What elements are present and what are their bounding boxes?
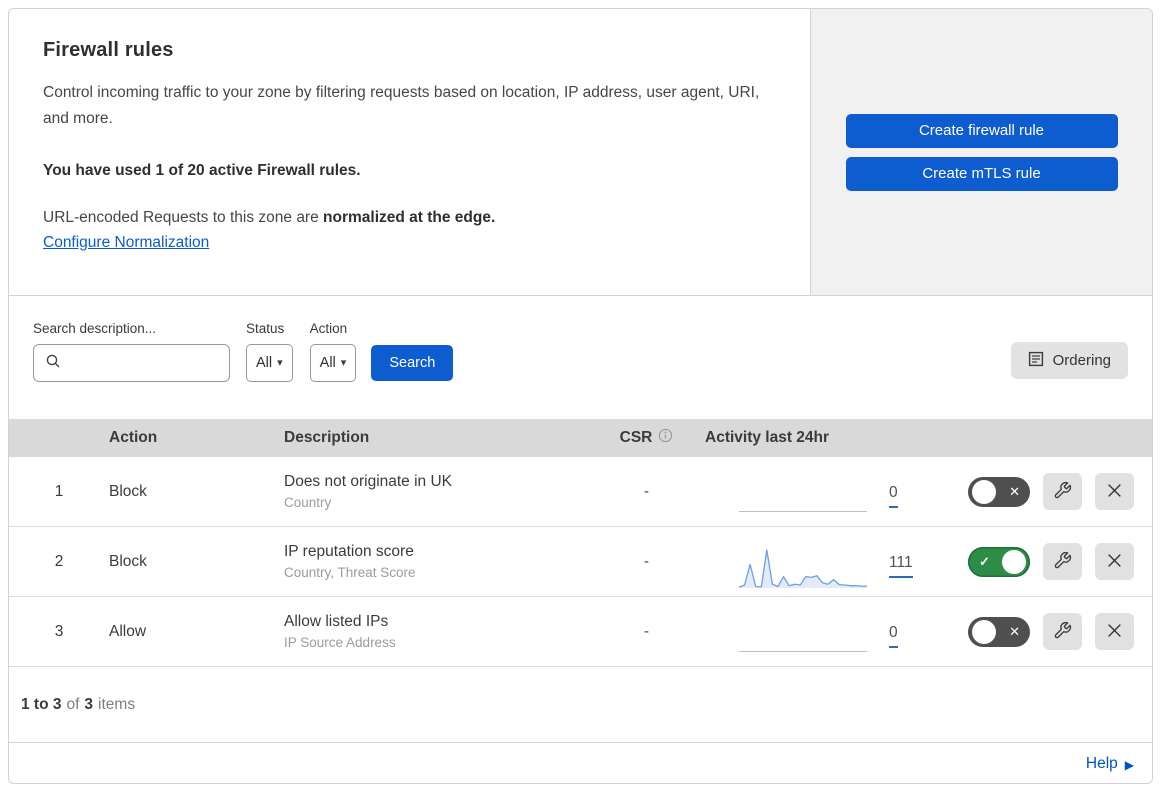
rule-description: IP reputation score bbox=[284, 543, 414, 560]
delete-rule-button[interactable] bbox=[1095, 473, 1134, 510]
zero-activity-line bbox=[739, 650, 867, 652]
table-row: 1 Block Does not originate in UK Country… bbox=[9, 457, 1152, 527]
chevron-down-icon: ▾ bbox=[277, 356, 283, 369]
activity-count-link[interactable]: 111 bbox=[889, 555, 913, 578]
edit-rule-button[interactable] bbox=[1043, 613, 1082, 650]
actions-panel: Create firewall rule Create mTLS rule bbox=[810, 9, 1152, 295]
rule-fields: Country, Threat Score bbox=[284, 565, 416, 580]
zero-activity-line bbox=[739, 510, 867, 512]
search-input[interactable] bbox=[67, 348, 248, 378]
header-text-block: Firewall rules Control incoming traffic … bbox=[9, 9, 810, 295]
action-select-value: All bbox=[319, 355, 336, 371]
rule-description: Does not originate in UK bbox=[284, 473, 453, 490]
activity-sparkline bbox=[739, 476, 867, 520]
search-button[interactable]: Search bbox=[371, 345, 454, 381]
page-title: Firewall rules bbox=[43, 39, 174, 61]
normalization-text: URL-encoded Requests to this zone are bbox=[43, 209, 319, 226]
rule-enabled-toggle[interactable]: ✓ ✕ bbox=[968, 476, 1030, 507]
rule-priority: 3 bbox=[54, 622, 64, 640]
chevron-down-icon: ▾ bbox=[340, 356, 347, 369]
wrench-icon bbox=[1053, 551, 1072, 573]
rule-fields: IP Source Address bbox=[284, 635, 396, 650]
search-button-group: Search bbox=[371, 321, 454, 381]
table-row: 3 Allow Allow listed IPs IP Source Addre… bbox=[9, 597, 1152, 667]
toggle-check-icon: ✓ bbox=[979, 553, 990, 569]
status-select[interactable]: All ▾ bbox=[246, 344, 293, 382]
help-link-label: Help bbox=[1085, 755, 1118, 772]
info-icon[interactable] bbox=[658, 428, 673, 448]
search-group: Search description... bbox=[33, 321, 248, 382]
toggle-knob bbox=[972, 619, 996, 644]
table-row: 2 Block IP reputation score Country, Thr… bbox=[9, 527, 1152, 597]
wrench-icon bbox=[1053, 621, 1072, 643]
column-action: Action bbox=[109, 429, 158, 446]
items-range: 1 to 3 bbox=[21, 695, 62, 713]
help-arrow-icon: ▶ bbox=[1124, 758, 1134, 772]
csr-value: - bbox=[643, 622, 650, 640]
wrench-icon bbox=[1053, 481, 1072, 503]
usage-summary: You have used 1 of 20 active Firewall ru… bbox=[43, 162, 361, 179]
status-select-value: All bbox=[256, 355, 273, 371]
rule-action: Block bbox=[109, 552, 147, 570]
column-description: Description bbox=[284, 429, 370, 446]
rule-priority: 2 bbox=[54, 552, 64, 570]
firewall-rules-card: Firewall rules Control incoming traffic … bbox=[8, 8, 1153, 784]
rule-fields: Country bbox=[284, 495, 332, 510]
help-bar: Help ▶ bbox=[9, 743, 1152, 783]
activity-sparkline bbox=[739, 616, 867, 660]
search-input-box[interactable] bbox=[33, 344, 248, 382]
activity-count-link[interactable]: 0 bbox=[889, 625, 898, 648]
rule-action: Block bbox=[109, 482, 147, 500]
action-group: Action All ▾ bbox=[309, 321, 357, 382]
ordering-button[interactable]: Ordering bbox=[1010, 342, 1128, 379]
create-firewall-rule-button[interactable]: Create firewall rule bbox=[845, 113, 1118, 148]
filter-bar: Search description... Status All ▾ Actio… bbox=[9, 296, 1152, 419]
header-section: Firewall rules Control incoming traffic … bbox=[9, 9, 1152, 296]
rule-action: Allow bbox=[109, 622, 147, 640]
rule-enabled-toggle[interactable]: ✓ ✕ bbox=[968, 616, 1030, 647]
search-label: Search description... bbox=[33, 321, 157, 336]
help-link[interactable]: Help ▶ bbox=[1086, 755, 1134, 773]
close-icon bbox=[1106, 482, 1123, 502]
rule-description: Allow listed IPs bbox=[284, 613, 389, 630]
status-group: Status All ▾ bbox=[246, 321, 293, 382]
toggle-knob bbox=[1002, 549, 1026, 574]
rule-enabled-toggle[interactable]: ✓ ✕ bbox=[968, 546, 1030, 577]
normalization-bold: normalized at the edge. bbox=[323, 209, 496, 226]
action-select[interactable]: All ▾ bbox=[309, 344, 357, 382]
csr-value: - bbox=[643, 552, 650, 570]
toggle-knob bbox=[972, 479, 996, 504]
csr-value: - bbox=[643, 482, 650, 500]
delete-rule-button[interactable] bbox=[1095, 543, 1134, 580]
column-activity: Activity last 24hr bbox=[705, 429, 830, 446]
activity-sparkline bbox=[739, 546, 867, 590]
edit-rule-button[interactable] bbox=[1043, 473, 1082, 510]
column-csr: CSR bbox=[594, 428, 699, 448]
create-mtls-rule-button[interactable]: Create mTLS rule bbox=[845, 156, 1118, 191]
ordering-list-icon bbox=[1028, 351, 1044, 371]
toggle-x-icon: ✕ bbox=[1009, 623, 1020, 639]
rule-priority: 1 bbox=[54, 482, 64, 500]
toggle-x-icon: ✕ bbox=[1009, 483, 1020, 499]
delete-rule-button[interactable] bbox=[1095, 613, 1134, 650]
activity-count-link[interactable]: 0 bbox=[889, 485, 898, 508]
items-of: of bbox=[66, 695, 80, 713]
pagination-summary: 1 to 3 of 3 items bbox=[9, 667, 1152, 743]
ordering-button-label: Ordering bbox=[1052, 352, 1111, 369]
column-csr-label: CSR bbox=[619, 429, 653, 446]
close-icon bbox=[1106, 552, 1123, 572]
action-label: Action bbox=[309, 321, 348, 336]
page-description: Control incoming traffic to your zone by… bbox=[43, 84, 760, 127]
items-word: items bbox=[98, 695, 136, 713]
status-label: Status bbox=[246, 321, 285, 336]
search-icon bbox=[45, 353, 61, 374]
table-header: Action Description CSR Activity last 24h… bbox=[9, 419, 1152, 457]
close-icon bbox=[1106, 622, 1123, 642]
normalization-note: URL-encoded Requests to this zone are no… bbox=[43, 209, 770, 227]
items-total: 3 bbox=[84, 695, 94, 713]
edit-rule-button[interactable] bbox=[1043, 543, 1082, 580]
configure-normalization-link[interactable]: Configure Normalization bbox=[43, 234, 209, 252]
